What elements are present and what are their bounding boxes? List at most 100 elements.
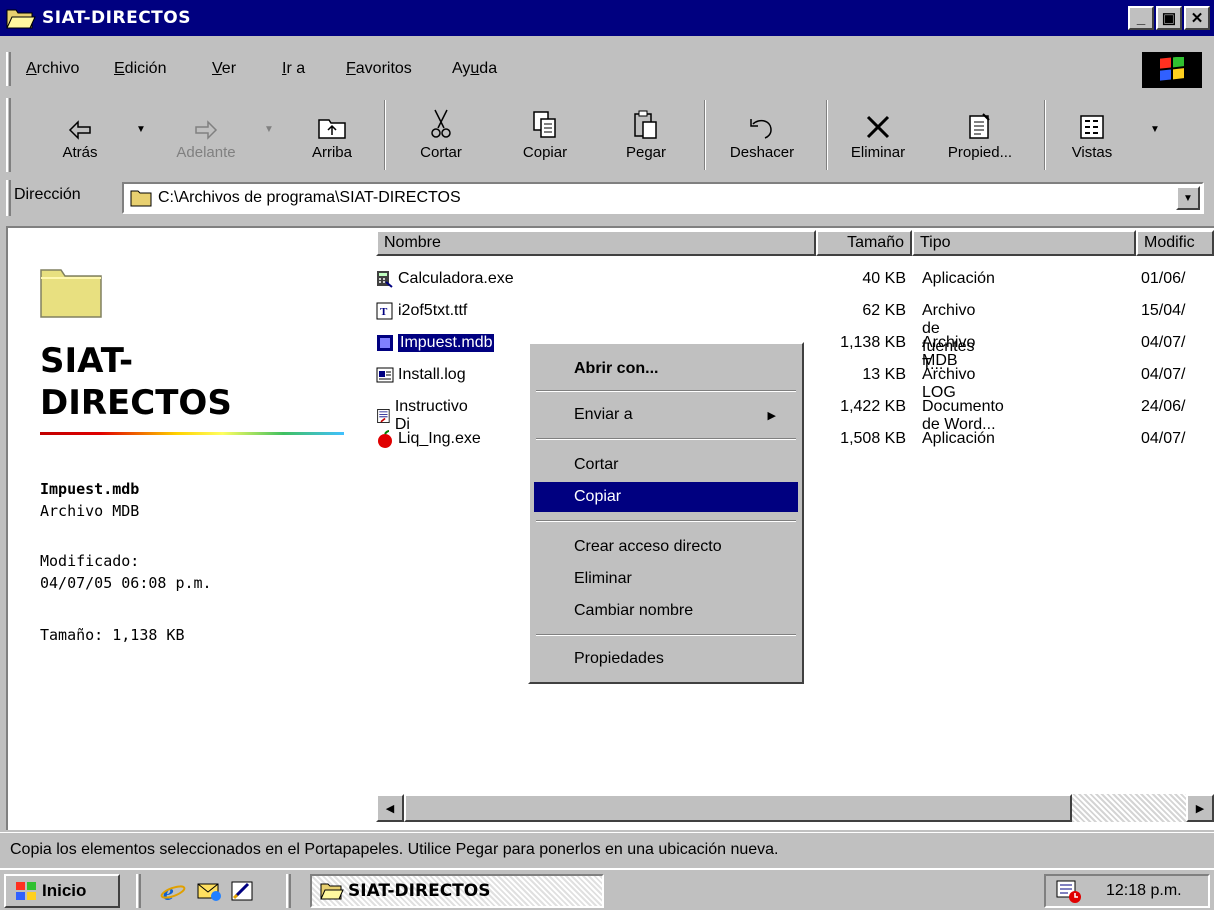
menu-label: Eliminar <box>574 570 632 587</box>
menu-delete[interactable]: Eliminar <box>534 564 798 594</box>
close-button[interactable]: ✕ <box>1184 6 1210 30</box>
properties-icon <box>969 113 990 139</box>
copy-label: Copiar <box>522 144 568 161</box>
column-header-name[interactable]: Nombre <box>376 230 816 256</box>
back-label: Atrás <box>62 144 98 161</box>
menu-separator <box>536 520 796 522</box>
menu-rename[interactable]: Cambiar nombre <box>534 596 798 626</box>
back-dropdown-icon[interactable]: ▼ <box>136 124 146 135</box>
windows-logo-icon <box>1142 52 1202 88</box>
copy-icon <box>533 111 556 138</box>
toolbar-separator <box>826 100 828 170</box>
menu-label: Abrir con... <box>574 360 659 377</box>
toolbar-grip[interactable] <box>6 98 11 172</box>
menu-cut[interactable]: Cortar <box>534 450 798 480</box>
up-button[interactable]: Arriba <box>294 100 370 170</box>
file-name: Impuest.mdb <box>396 333 496 353</box>
file-name: i2of5txt.ttf <box>398 302 468 319</box>
menu-separator <box>536 390 796 392</box>
address-value: C:\Archivos de programa\SIAT-DIRECTOS <box>158 189 461 206</box>
delete-button[interactable]: Eliminar <box>840 100 916 170</box>
folder-open-icon <box>6 6 36 30</box>
quicklaunch-grip[interactable] <box>136 874 141 908</box>
properties-button[interactable]: Propied... <box>934 100 1026 170</box>
toolbar-separator <box>384 100 386 170</box>
paste-button[interactable]: Pegar <box>616 100 676 170</box>
address-grip[interactable] <box>6 180 11 216</box>
file-size: 40 KB <box>862 270 906 287</box>
menu-ayuda[interactable]: Ayuda <box>452 60 497 78</box>
views-button[interactable]: Vistas <box>1060 100 1124 170</box>
menu-favoritos[interactable]: Favoritos <box>346 60 412 78</box>
svg-text:T: T <box>380 306 388 318</box>
maximize-button[interactable]: ▣ <box>1156 6 1182 30</box>
system-tray: 12:18 p.m. <box>1044 874 1210 908</box>
file-modified: 04/07/ <box>1141 430 1186 447</box>
column-header-size[interactable]: Tamaño <box>816 230 912 256</box>
menu-create-shortcut[interactable]: Crear acceso directo <box>534 532 798 562</box>
menu-label: Ayuda <box>452 60 498 77</box>
address-dropdown-icon[interactable]: ▼ <box>1176 186 1200 210</box>
taskbar-window-button[interactable]: SIAT-DIRECTOS <box>310 874 604 908</box>
menu-edicion[interactable]: Edición <box>114 60 166 78</box>
cut-button[interactable]: Cortar <box>408 100 474 170</box>
scheduler-icon[interactable] <box>1056 880 1082 904</box>
menu-copy[interactable]: Copiar <box>534 482 798 512</box>
start-button[interactable]: Inicio <box>4 874 120 908</box>
maximize-icon: ▣ <box>1161 10 1177 27</box>
arrow-left-icon <box>68 120 91 140</box>
address-label: Dirección <box>14 186 81 203</box>
scroll-left-button[interactable]: ◀ <box>376 794 404 822</box>
clock[interactable]: 12:18 p.m. <box>1106 882 1182 900</box>
menu-send-to[interactable]: Enviar a ▶ <box>534 400 798 430</box>
menu-open-with[interactable]: Abrir con... <box>534 354 798 384</box>
undo-icon <box>750 119 772 139</box>
scroll-right-button[interactable]: ▶ <box>1186 794 1214 822</box>
outlook-express-icon[interactable] <box>196 878 222 904</box>
forward-label: Adelante <box>176 144 236 161</box>
color-divider <box>40 432 344 435</box>
undo-button[interactable]: Deshacer <box>714 100 810 170</box>
folder-up-icon <box>318 119 346 139</box>
copy-button[interactable]: Copiar <box>512 100 578 170</box>
menu-properties[interactable]: Propiedades <box>534 644 798 674</box>
minimize-button[interactable]: _ <box>1128 6 1154 30</box>
internet-explorer-icon[interactable]: e <box>160 878 186 904</box>
file-type: Archivo MDB <box>922 334 976 369</box>
views-dropdown-icon[interactable]: ▼ <box>1150 124 1160 135</box>
address-input[interactable]: C:\Archivos de programa\SIAT-DIRECTOS ▼ <box>122 182 1204 214</box>
column-label: Nombre <box>384 234 441 251</box>
folder-icon <box>130 190 152 207</box>
file-size: Tamaño: 1,138 KB <box>40 626 185 644</box>
status-text: Copia los elementos seleccionados en el … <box>10 840 779 858</box>
menu-archivo[interactable]: Archivo <box>26 60 79 78</box>
menu-label: Cortar <box>574 456 619 473</box>
clipboard-icon <box>634 110 657 139</box>
forward-dropdown-icon[interactable]: ▼ <box>264 124 274 135</box>
column-header-modified[interactable]: Modific <box>1136 230 1214 256</box>
menu-separator <box>536 634 796 636</box>
forward-button[interactable]: Adelante <box>158 100 254 170</box>
scrollbar-thumb[interactable] <box>404 794 1072 822</box>
tasks-grip[interactable] <box>286 874 291 908</box>
file-name: Install.log <box>398 366 466 383</box>
folder-title: SIAT- DIRECTOS <box>40 340 232 424</box>
window-title: SIAT-DIRECTOS <box>42 8 191 28</box>
context-menu: Abrir con... Enviar a ▶ Cortar Copiar Cre… <box>528 342 804 684</box>
status-bar: Copia los elementos seleccionados en el … <box>0 832 1214 866</box>
menu-ver[interactable]: Ver <box>212 60 236 78</box>
modified-label: Modificado: <box>40 552 140 570</box>
menu-label: Archivo <box>26 60 80 77</box>
menu-ir-a[interactable]: Ir a <box>282 60 305 78</box>
title-bar[interactable]: SIAT-DIRECTOS <box>0 0 1214 36</box>
menu-separator <box>536 438 796 440</box>
column-header-type[interactable]: Tipo <box>912 230 1136 256</box>
file-modified: 04/07/ <box>1141 334 1186 351</box>
windows-logo-icon <box>16 882 36 900</box>
cut-label: Cortar <box>420 144 462 161</box>
back-button[interactable]: Atrás <box>48 100 112 170</box>
menu-label: Propiedades <box>574 650 664 667</box>
show-desktop-icon[interactable] <box>230 878 256 904</box>
arrow-right-icon: ▶ <box>1195 802 1205 815</box>
horizontal-scrollbar[interactable]: ◀ ▶ <box>376 794 1214 822</box>
